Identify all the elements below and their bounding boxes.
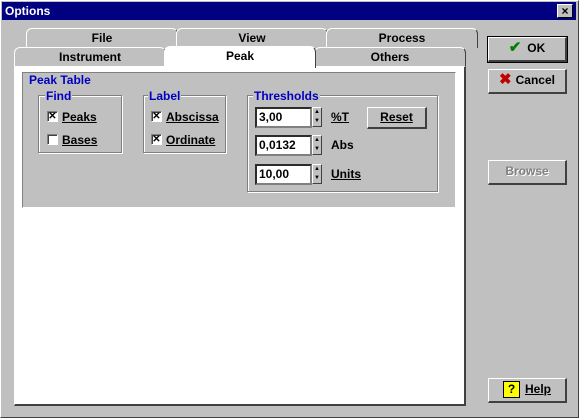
ordinate-checkbox[interactable]: ✕ [151, 134, 162, 145]
browse-button[interactable]: Browse [488, 160, 567, 185]
check-mark-icon: ✕ [152, 134, 161, 145]
tab-instrument[interactable]: Instrument [14, 47, 166, 67]
units-input[interactable]: 10,00 [255, 164, 312, 185]
checkmark-icon: ✔ [508, 39, 522, 56]
abs-input[interactable]: 0,0132 [255, 135, 312, 156]
tab-label: File [91, 31, 113, 45]
abs-label: Abs [331, 138, 354, 152]
peaks-label: Peaks [62, 110, 97, 124]
tab-label: Instrument [58, 50, 121, 64]
title-bar: Options [2, 2, 576, 20]
window-title: Options [5, 4, 51, 18]
cancel-x-icon: ✖ [499, 71, 512, 88]
percent-t-label: %T [331, 110, 349, 124]
peak-table-title: Peak Table [28, 73, 92, 87]
spin-arrows-icon: ▲ ▼ [314, 137, 320, 152]
tab-label: Process [378, 31, 426, 45]
units-label: Units [331, 167, 361, 181]
tab-label: View [238, 31, 266, 45]
peaks-checkbox[interactable]: ✕ [47, 111, 58, 122]
ok-button[interactable]: ✔ OK [487, 36, 568, 63]
abscissa-checkbox[interactable]: ✕ [151, 111, 162, 122]
help-question-icon: ? [502, 381, 520, 399]
tab-view[interactable]: View [176, 28, 328, 48]
abscissa-label: Abscissa [166, 110, 219, 124]
thresholds-group-title: Thresholds [253, 89, 320, 103]
spin-arrows-icon: ▲ ▼ [314, 109, 320, 124]
tab-others[interactable]: Others [314, 47, 466, 67]
tab-peak[interactable]: Peak [164, 46, 316, 68]
find-group-title: Find [45, 89, 73, 103]
close-button[interactable]: × [557, 4, 573, 18]
ordinate-label: Ordinate [166, 133, 216, 147]
spin-arrows-icon: ▲ ▼ [314, 166, 320, 181]
tab-label: Peak [225, 49, 255, 63]
percent-t-input[interactable]: 3,00 [255, 107, 312, 128]
tab-file[interactable]: File [26, 28, 178, 48]
label-group-title: Label [148, 89, 182, 103]
reset-button[interactable]: Reset [367, 107, 427, 129]
check-mark-icon: ✕ [152, 111, 161, 122]
units-spinner[interactable]: ▲ ▼ [312, 164, 322, 184]
percent-t-spinner[interactable]: ▲ ▼ [312, 107, 322, 127]
tab-process[interactable]: Process [326, 28, 478, 48]
help-button[interactable]: ? Help [488, 378, 567, 403]
bases-checkbox[interactable] [47, 134, 58, 145]
tab-label: Others [370, 50, 410, 64]
close-icon: × [561, 4, 569, 18]
cancel-button[interactable]: ✖ Cancel [488, 69, 567, 94]
bases-label: Bases [62, 133, 98, 147]
check-mark-icon: ✕ [48, 111, 57, 122]
abs-spinner[interactable]: ▲ ▼ [312, 135, 322, 155]
